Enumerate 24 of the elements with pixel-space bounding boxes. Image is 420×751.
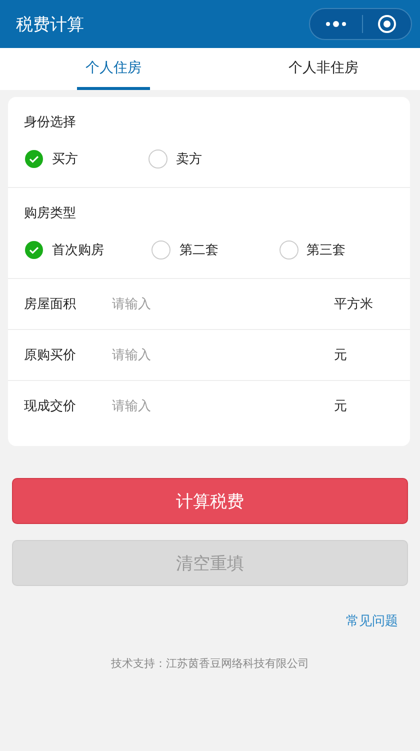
radio-option[interactable]: 首次购房 [12,240,140,260]
unit-label: 元 [334,347,348,364]
unit-label: 平方米 [334,296,374,313]
radio-option[interactable]: 卖方 [136,149,260,169]
radio-option[interactable]: 买方 [12,149,136,169]
field-label: 原购买价 [24,347,77,364]
radio-checked-icon[interactable] [24,149,44,169]
field-label: 房屋面积 [24,296,77,313]
radio-option[interactable]: 第三套 [266,240,394,260]
radio-icon[interactable] [151,240,172,260]
footer-text: 技术支持：江苏茵香豆网络科技有限公司 [110,656,310,671]
page-title: 税费计算 [16,14,84,36]
group-title: 身份选择 [24,115,76,130]
radio-checked-icon[interactable] [24,240,44,260]
radio-icon[interactable] [148,149,168,169]
field-label: 现成交价 [24,398,77,415]
tab[interactable]: 个人非住房 [287,48,360,90]
calculate-button[interactable]: 计算税费 [12,478,408,524]
radio-icon[interactable] [278,240,299,260]
more-icon[interactable] [324,20,348,28]
tab[interactable]: 个人住房 [77,48,150,90]
group-title: 购房类型 [24,206,76,221]
radio-option[interactable]: 第二套 [139,240,267,260]
unit-label: 元 [334,398,348,415]
